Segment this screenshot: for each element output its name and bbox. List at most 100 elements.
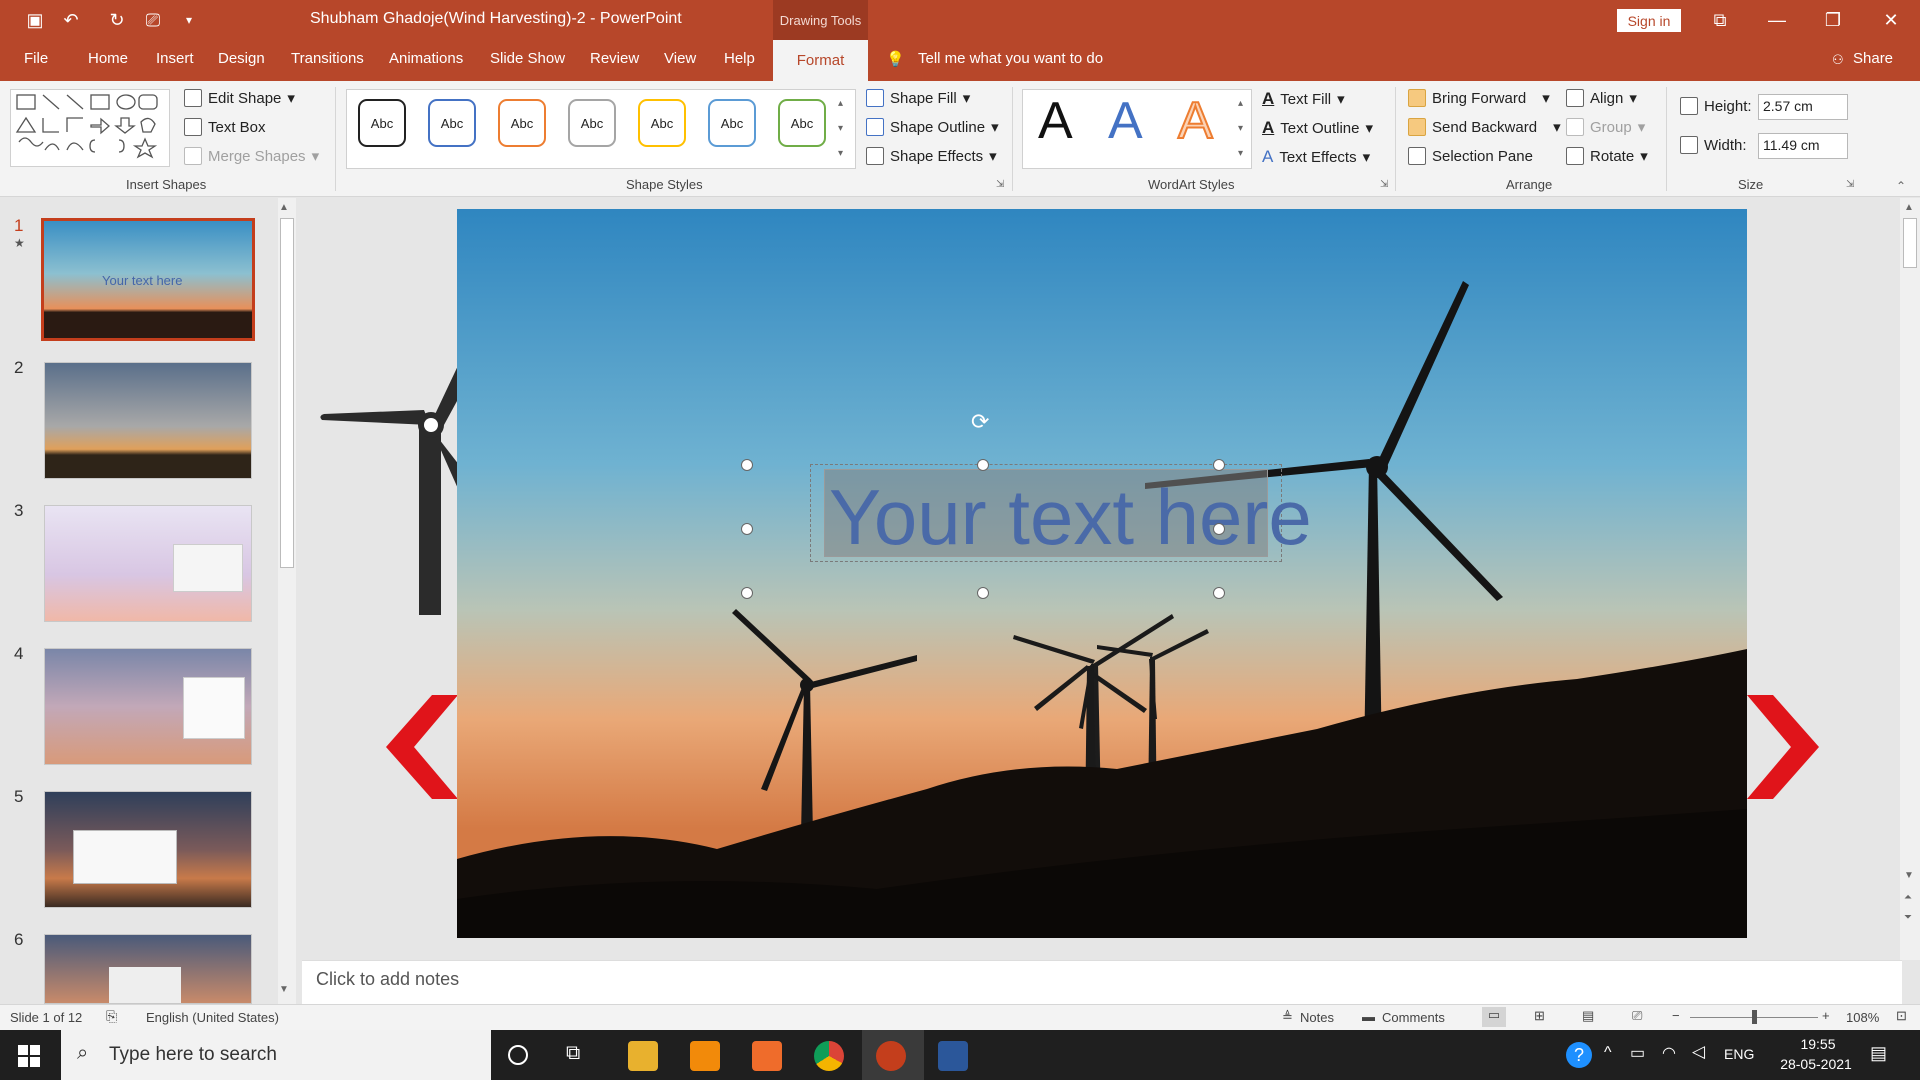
resize-handle[interactable] [1213,459,1225,471]
shape-style-preset[interactable]: Abc [498,99,546,147]
chevron-up-icon[interactable]: ^ [1604,1044,1612,1062]
shape-fill-button[interactable]: Shape Fill ▾ [866,89,970,107]
tab-review[interactable]: Review [590,50,639,67]
volume-icon[interactable]: ◁ [1692,1042,1705,1062]
tab-format[interactable]: Format [773,40,868,81]
slide-thumbnail-3[interactable] [44,505,252,622]
minimize-button[interactable]: — [1752,0,1802,40]
text-box-button[interactable]: Text Box [184,118,266,136]
height-input[interactable]: 2.57 cm [1758,94,1848,120]
zoom-slider-thumb[interactable] [1752,1010,1757,1024]
scroll-thumb[interactable] [1903,218,1917,268]
fit-to-window-icon[interactable]: ⊡ [1896,1008,1907,1024]
help-icon[interactable]: ? [1566,1042,1592,1068]
resize-handle[interactable] [1213,587,1225,599]
tab-design[interactable]: Design [218,50,265,67]
tell-me-search[interactable]: Tell me what you want to do [918,50,1103,67]
normal-view-icon[interactable]: ▭ [1482,1007,1506,1027]
shapes-gallery[interactable] [10,89,170,167]
share-button[interactable]: Share [1853,50,1893,67]
scroll-down-icon[interactable]: ▼ [1904,870,1914,881]
file-explorer-icon[interactable] [628,1041,658,1071]
task-view-icon[interactable]: ⧉ [566,1042,580,1065]
previous-slide-icon[interactable]: ⏶ [1904,892,1912,903]
scroll-up-icon[interactable]: ▲ [279,202,289,213]
cortana-icon[interactable] [508,1045,528,1065]
slide-sorter-icon[interactable]: ⊞ [1534,1008,1545,1024]
clock-date[interactable]: 28-05-2021 [1770,1056,1862,1072]
battery-icon[interactable]: ▭ [1630,1043,1645,1063]
previous-arrow-shape[interactable] [386,695,458,799]
text-outline-button[interactable]: A Text Outline ▾ [1262,118,1373,138]
tab-view[interactable]: View [664,50,696,67]
next-arrow-shape[interactable] [1747,695,1819,799]
slide-thumbnail-2[interactable] [44,362,252,479]
width-input[interactable]: 11.49 cm [1758,133,1848,159]
slide-scrollbar[interactable]: ▲ ▼ ⏶ ⏷ [1900,198,1920,960]
notes-icon[interactable]: ≜ [1282,1009,1293,1025]
shape-style-preset[interactable]: Abc [638,99,686,147]
comments-button[interactable]: Comments [1382,1010,1445,1025]
shape-outline-button[interactable]: Shape Outline ▾ [866,118,999,136]
notifications-icon[interactable]: ▤ [1870,1043,1887,1064]
selection-pane-button[interactable]: Selection Pane [1408,147,1533,165]
save-icon[interactable]: ▣ [22,8,48,32]
bring-forward-button[interactable]: Bring Forward ▾ [1408,89,1550,107]
slideshow-icon[interactable]: ⎚ [1632,1008,1642,1024]
shape-effects-button[interactable]: Shape Effects ▾ [866,147,997,165]
tab-insert[interactable]: Insert [156,50,194,67]
xampp-icon[interactable] [752,1041,782,1071]
rotate-handle-icon[interactable]: ⟳ [971,409,989,435]
notes-button[interactable]: Notes [1300,1010,1334,1025]
wordart-scroll-arrows[interactable]: ▴ ▾ ▾ [1238,91,1243,166]
text-effects-button[interactable]: A Text Effects ▾ [1262,147,1370,167]
scroll-thumb[interactable] [280,218,294,568]
next-slide-icon[interactable]: ⏷ [1904,912,1912,923]
taskbar-search[interactable]: ⌕ Type here to search [61,1030,491,1080]
dialog-launcher-icon[interactable]: ⇲ [1380,179,1388,190]
gallery-scroll-arrows[interactable]: ▴ ▾ ▾ [838,91,843,166]
align-button[interactable]: Align ▾ [1566,89,1637,107]
resize-handle[interactable] [977,587,989,599]
chrome-icon[interactable] [814,1041,844,1071]
restore-button[interactable]: ❐ [1808,0,1858,40]
wordart-style-black[interactable]: A [1038,95,1073,147]
zoom-in-icon[interactable]: + [1822,1008,1830,1023]
input-language[interactable]: ENG [1724,1046,1754,1062]
reading-view-icon[interactable]: ▤ [1582,1008,1594,1024]
tab-transitions[interactable]: Transitions [291,50,364,67]
resize-handle[interactable] [977,459,989,471]
shape-style-preset[interactable]: Abc [428,99,476,147]
slide-canvas[interactable]: Your text here ⟳ [457,209,1747,938]
send-backward-button[interactable]: Send Backward ▾ [1408,118,1561,136]
group-button[interactable]: Group ▾ [1566,118,1645,136]
text-box[interactable]: Your text here [824,469,1312,557]
tab-slide-show[interactable]: Slide Show [490,50,565,67]
text-fill-button[interactable]: A Text Fill ▾ [1262,89,1345,109]
accessibility-icon[interactable]: ⎘ [106,1008,117,1025]
shape-style-preset[interactable]: Abc [358,99,406,147]
shape-style-preset[interactable]: Abc [568,99,616,147]
scroll-down-icon[interactable]: ▼ [279,984,289,995]
shape-style-preset[interactable]: Abc [708,99,756,147]
present-icon[interactable]: ⎚ [140,8,166,32]
notes-placeholder[interactable]: Click to add notes [316,969,459,990]
rotate-button[interactable]: Rotate ▾ [1566,147,1648,165]
tab-file[interactable]: File [24,50,48,67]
dialog-launcher-icon[interactable]: ⇲ [996,179,1004,190]
share-icon[interactable]: ⚇ [1832,52,1844,68]
comments-icon[interactable]: ▬ [1362,1009,1375,1024]
undo-icon[interactable]: ↶ [58,8,84,32]
slide-thumbnail-4[interactable] [44,648,252,765]
slide-thumbnail-5[interactable] [44,791,252,908]
redo-icon[interactable]: ↻ [104,8,130,32]
customize-qat-icon[interactable]: ▾ [176,8,202,32]
edit-shape-button[interactable]: Edit Shape ▾ [184,89,295,107]
resize-handle[interactable] [741,523,753,535]
powerpoint-icon[interactable] [876,1041,906,1071]
resize-handle[interactable] [741,587,753,599]
wifi-icon[interactable]: ◠ [1662,1043,1676,1063]
thumbnails-scrollbar[interactable]: ▲ ▼ [278,198,296,1004]
collapse-ribbon-icon[interactable]: ⌃ [1896,179,1906,193]
slide-thumbnail-6[interactable] [44,934,252,1004]
